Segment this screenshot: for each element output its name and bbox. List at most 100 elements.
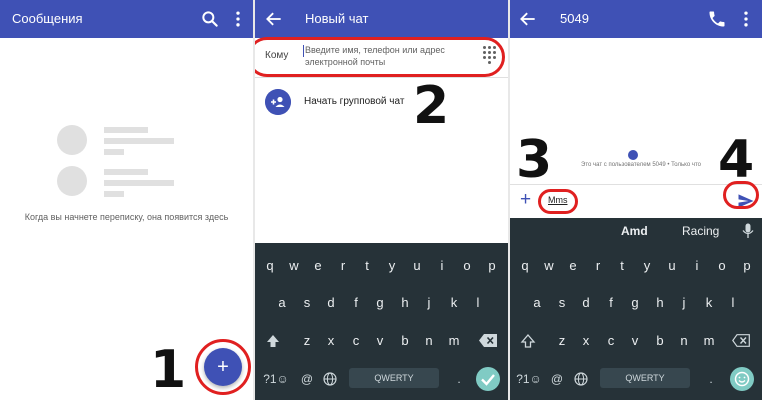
key-l[interactable]: l <box>467 288 489 318</box>
key-b[interactable]: b <box>649 326 671 356</box>
back-arrow-icon[interactable] <box>518 9 538 29</box>
key-u[interactable]: u <box>406 251 428 281</box>
key-q[interactable]: q <box>259 251 281 281</box>
emoji-icon[interactable] <box>730 367 754 391</box>
placeholder-line <box>104 138 174 144</box>
new-chat-fab[interactable]: + <box>204 348 242 386</box>
keyboard-row-3: z x c v b n m <box>255 326 508 356</box>
key-o[interactable]: o <box>456 251 478 281</box>
more-options-icon[interactable] <box>736 9 756 29</box>
key-at[interactable]: @ <box>296 364 318 394</box>
key-o[interactable]: o <box>711 251 733 281</box>
symbols-key[interactable]: ?1☺ <box>261 364 291 394</box>
key-h[interactable]: h <box>394 288 416 318</box>
annotation-highlight <box>255 37 505 77</box>
backspace-icon[interactable] <box>732 334 750 347</box>
space-bar[interactable]: QWERTY <box>600 368 690 388</box>
more-options-icon[interactable] <box>228 9 248 29</box>
key-z[interactable]: z <box>296 326 318 356</box>
key-m[interactable]: m <box>443 326 465 356</box>
space-bar[interactable]: QWERTY <box>349 368 439 388</box>
key-p[interactable]: p <box>481 251 503 281</box>
placeholder-avatar <box>57 125 87 155</box>
key-x[interactable]: x <box>320 326 342 356</box>
group-chat-label: Начать групповой чат <box>304 96 405 107</box>
keyboard-row-3: z x c v b n m <box>510 326 762 356</box>
keyboard-row-1: q w e r t y u i o p <box>510 251 762 281</box>
key-w[interactable]: w <box>283 251 305 281</box>
step-number: 3 <box>516 130 553 190</box>
key-e[interactable]: e <box>562 251 584 281</box>
key-s[interactable]: s <box>551 288 573 318</box>
step-number: 2 <box>413 76 450 136</box>
key-e[interactable]: e <box>307 251 329 281</box>
key-b[interactable]: b <box>394 326 416 356</box>
key-f[interactable]: f <box>345 288 367 318</box>
key-m[interactable]: m <box>698 326 720 356</box>
key-w[interactable]: w <box>538 251 560 281</box>
key-v[interactable]: v <box>624 326 646 356</box>
globe-icon[interactable] <box>323 372 337 386</box>
key-period[interactable]: . <box>700 364 722 394</box>
key-x[interactable]: x <box>575 326 597 356</box>
key-g[interactable]: g <box>624 288 646 318</box>
key-k[interactable]: k <box>443 288 465 318</box>
key-l[interactable]: l <box>722 288 744 318</box>
microphone-icon[interactable] <box>742 223 754 239</box>
key-y[interactable]: y <box>381 251 403 281</box>
annotation-highlight <box>538 189 578 214</box>
suggestion-word[interactable]: Amd <box>621 224 648 238</box>
conversation-screen: 5049 Это чат с пользователем 5049 • Толь… <box>510 0 762 400</box>
search-icon[interactable] <box>200 9 220 29</box>
key-t[interactable]: t <box>356 251 378 281</box>
key-n[interactable]: n <box>418 326 440 356</box>
key-c[interactable]: c <box>345 326 367 356</box>
key-j[interactable]: j <box>418 288 440 318</box>
placeholder-avatar <box>57 166 87 196</box>
empty-state-text: Когда вы начнете переписку, она появится… <box>24 212 229 222</box>
symbols-key[interactable]: ?1☺ <box>514 364 544 394</box>
key-n[interactable]: n <box>673 326 695 356</box>
key-q[interactable]: q <box>514 251 536 281</box>
back-arrow-icon[interactable] <box>264 9 284 29</box>
key-p[interactable]: p <box>736 251 758 281</box>
key-d[interactable]: d <box>575 288 597 318</box>
globe-icon[interactable] <box>574 372 588 386</box>
attach-icon[interactable]: + <box>520 189 531 211</box>
shift-icon[interactable] <box>520 333 536 349</box>
placeholder-line <box>104 169 148 175</box>
key-d[interactable]: d <box>320 288 342 318</box>
key-h[interactable]: h <box>649 288 671 318</box>
key-a[interactable]: a <box>526 288 548 318</box>
key-z[interactable]: z <box>551 326 573 356</box>
key-i[interactable]: i <box>431 251 453 281</box>
key-r[interactable]: r <box>332 251 354 281</box>
placeholder-line <box>104 149 124 155</box>
key-k[interactable]: k <box>698 288 720 318</box>
suggestion-word[interactable]: Racing <box>682 224 719 238</box>
messages-screen: Сообщения Когда вы начнете переписку, он… <box>0 0 253 400</box>
key-period[interactable]: . <box>448 364 470 394</box>
key-c[interactable]: c <box>600 326 622 356</box>
key-s[interactable]: s <box>296 288 318 318</box>
new-chat-screen: Новый чат Кому Введите имя, телефон или … <box>255 0 508 400</box>
key-a[interactable]: a <box>271 288 293 318</box>
key-t[interactable]: t <box>611 251 633 281</box>
key-j[interactable]: j <box>673 288 695 318</box>
shift-icon[interactable] <box>265 333 281 349</box>
app-bar: Сообщения <box>0 0 253 38</box>
key-at[interactable]: @ <box>546 364 568 394</box>
contact-avatar <box>628 150 638 160</box>
key-f[interactable]: f <box>600 288 622 318</box>
key-r[interactable]: r <box>587 251 609 281</box>
phone-call-icon[interactable] <box>707 9 727 29</box>
key-i[interactable]: i <box>686 251 708 281</box>
key-y[interactable]: y <box>636 251 658 281</box>
key-v[interactable]: v <box>369 326 391 356</box>
key-u[interactable]: u <box>661 251 683 281</box>
done-checkmark-icon[interactable] <box>476 367 500 391</box>
backspace-icon[interactable] <box>479 334 497 347</box>
app-bar: 5049 <box>510 0 762 38</box>
key-g[interactable]: g <box>369 288 391 318</box>
keyboard-row-2: a s d f g h j k l <box>255 288 508 318</box>
